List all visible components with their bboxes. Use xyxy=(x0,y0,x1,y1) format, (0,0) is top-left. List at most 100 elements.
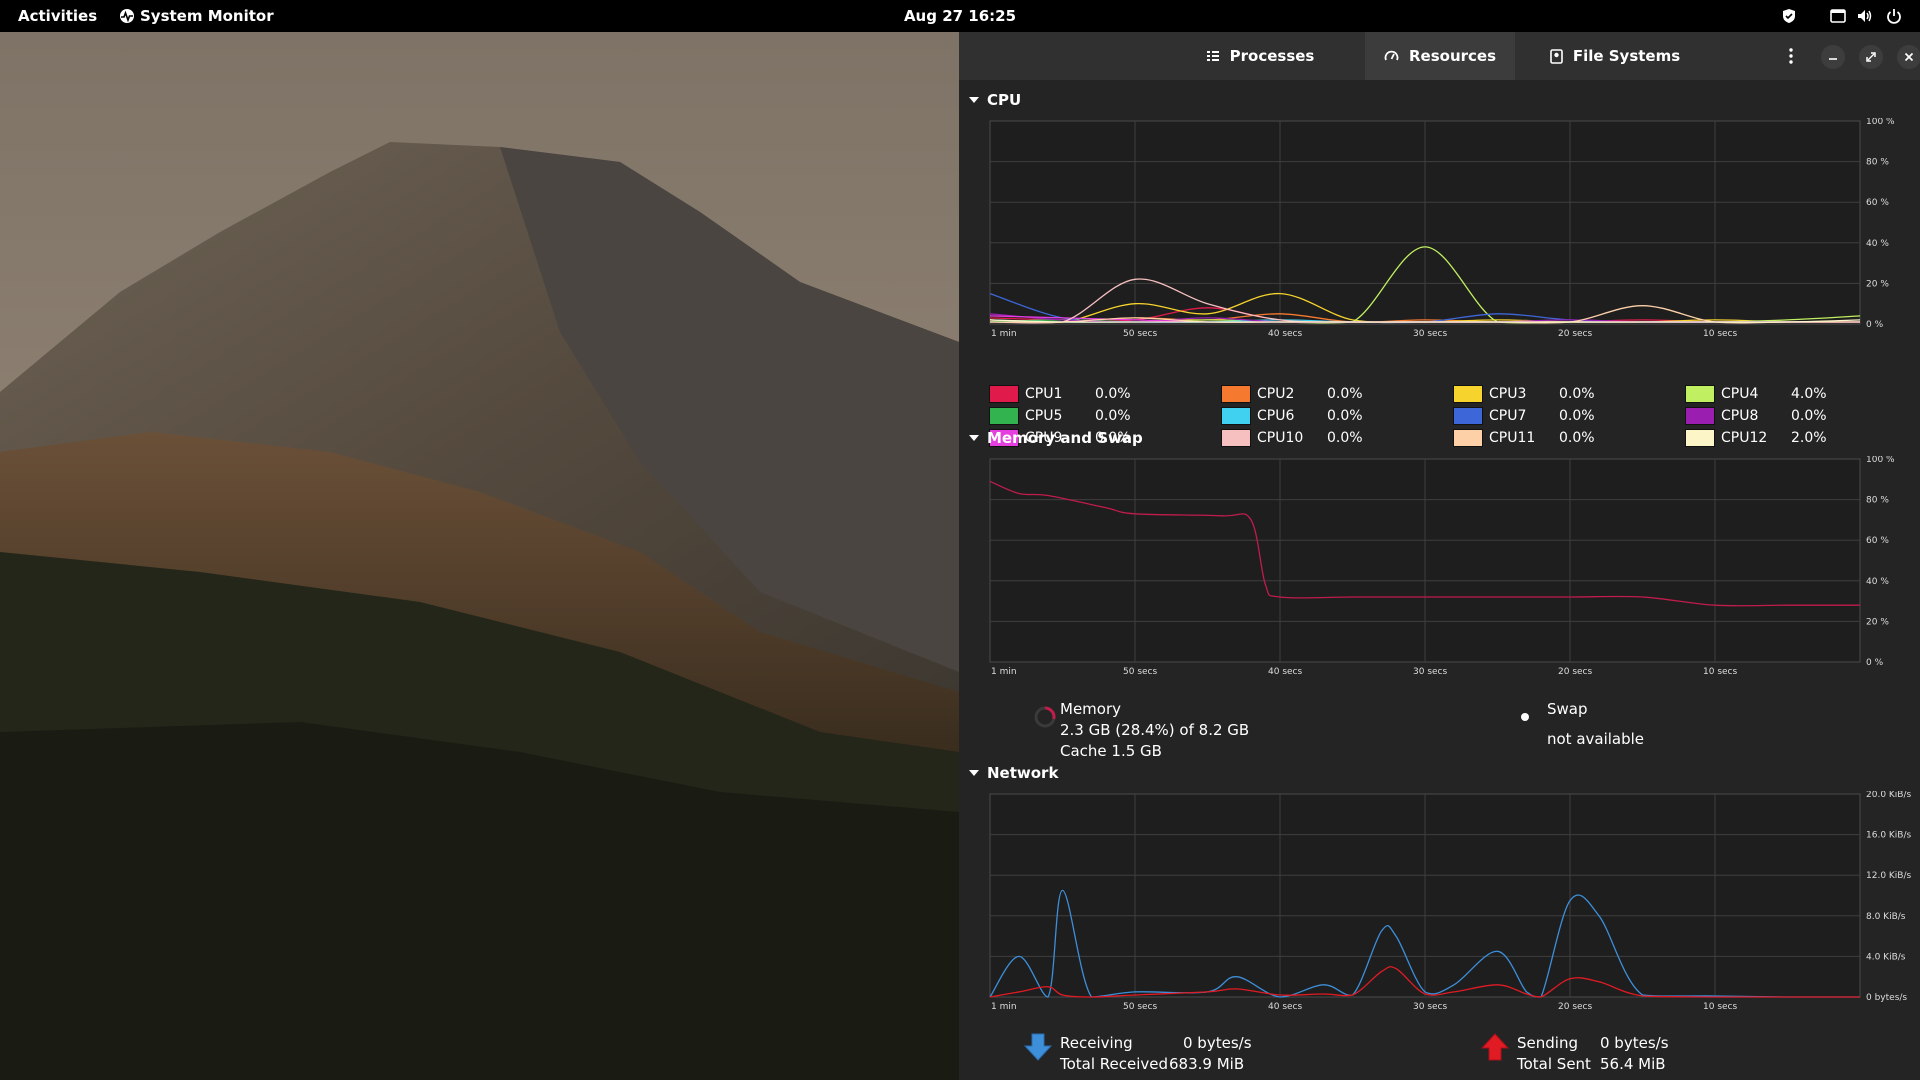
minimize-icon xyxy=(1829,58,1837,60)
minimize-button[interactable] xyxy=(1821,45,1845,69)
clock-label[interactable]: Aug 27 16:25 xyxy=(904,7,1016,25)
cpu-color-swatch[interactable] xyxy=(1453,385,1483,403)
sending-labels: Sending Total Sent xyxy=(1517,1033,1591,1075)
cpu-legend-item[interactable]: CPU8 0.0% xyxy=(1685,406,1827,426)
cpu-legend-item[interactable]: CPU6 0.0% xyxy=(1221,406,1363,426)
cpu-color-swatch[interactable] xyxy=(1685,407,1715,425)
cpu-color-swatch[interactable] xyxy=(1221,407,1251,425)
network-x-tick-label: 10 secs xyxy=(1703,1002,1737,1012)
cpu-x-tick-label: 50 secs xyxy=(1123,329,1157,339)
network-x-tick-label: 30 secs xyxy=(1413,1002,1447,1012)
network-x-tick-label: 1 min xyxy=(991,1002,1017,1012)
app-menu[interactable]: System Monitor xyxy=(140,7,274,25)
cpu-legend-name: CPU2 xyxy=(1257,386,1295,402)
cpu-legend-value: 0.0% xyxy=(1791,408,1827,424)
tab-file-systems[interactable]: File Systems xyxy=(1532,32,1698,80)
swap-info: Swap not available xyxy=(1547,699,1644,750)
system-monitor-icon xyxy=(120,9,134,23)
activities-button[interactable]: Activities xyxy=(18,7,97,25)
cpu-legend-name: CPU11 xyxy=(1489,430,1536,446)
cpu-color-swatch[interactable] xyxy=(989,385,1019,403)
network-y-tick-label: 20.0 KiB/s xyxy=(1866,791,1912,800)
cpu-legend-value: 4.0% xyxy=(1791,386,1827,402)
cpu-legend-item[interactable]: CPU5 0.0% xyxy=(989,406,1131,426)
cpu-legend-value: 0.0% xyxy=(1559,408,1595,424)
restore-icon xyxy=(1866,52,1876,62)
network-y-tick-label: 12.0 KiB/s xyxy=(1866,871,1912,881)
memory-section-header[interactable]: Memory and Swap xyxy=(969,429,1143,447)
cpu-legend-item[interactable]: CPU10 0.0% xyxy=(1221,428,1363,448)
network-y-tick-label: 8.0 KiB/s xyxy=(1866,912,1906,922)
cpu-legend-item[interactable]: CPU4 4.0% xyxy=(1685,384,1827,404)
cpu-x-tick-label: 10 secs xyxy=(1703,329,1737,339)
cpu-legend-value: 0.0% xyxy=(1095,408,1131,424)
cpu-legend-item[interactable]: CPU3 0.0% xyxy=(1453,384,1595,404)
cpu-y-tick-label: 100 % xyxy=(1866,118,1895,127)
clock: Aug 27 16:25 xyxy=(0,7,1920,25)
cpu-legend-name: CPU12 xyxy=(1721,430,1768,446)
system-monitor-window: Processes Resources File Systems CPU 100… xyxy=(959,32,1920,1080)
swap-status: not available xyxy=(1547,730,1645,748)
memory-y-tick-label: 80 % xyxy=(1866,496,1889,506)
cpu-color-swatch[interactable] xyxy=(1453,407,1483,425)
tab-resources-label: Resources xyxy=(1408,47,1497,65)
cpu-legend-name: CPU6 xyxy=(1257,408,1295,424)
cpu-color-swatch[interactable] xyxy=(1221,429,1251,447)
cpu-legend-value: 0.0% xyxy=(1095,386,1131,402)
cpu-color-swatch[interactable] xyxy=(1685,429,1715,447)
cpu-legend-name: CPU10 xyxy=(1257,430,1304,446)
upload-arrow-icon xyxy=(1481,1033,1509,1061)
network-x-tick-label: 50 secs xyxy=(1123,1002,1157,1012)
close-icon xyxy=(1904,52,1914,62)
receiving-label: Receiving xyxy=(1060,1034,1133,1052)
tab-processes[interactable]: Processes xyxy=(1187,32,1333,80)
cpu-legend-value: 2.0% xyxy=(1791,430,1827,446)
main-menu-button[interactable] xyxy=(1779,44,1803,68)
cpu-legend-item[interactable]: CPU2 0.0% xyxy=(1221,384,1363,404)
cpu-y-tick-label: 80 % xyxy=(1866,158,1889,168)
cpu-legend-value: 0.0% xyxy=(1559,386,1595,402)
memory-cache: Cache 1.5 GB xyxy=(1060,742,1162,760)
tab-resources[interactable]: Resources xyxy=(1365,32,1515,80)
expander-arrow-icon xyxy=(969,97,979,103)
list-icon xyxy=(1206,51,1219,61)
shield-icon[interactable] xyxy=(1780,7,1798,25)
cpu-legend-name: CPU5 xyxy=(1025,408,1063,424)
swap-pie-icon xyxy=(1521,713,1529,721)
sending-values: 0 bytes/s 56.4 MiB xyxy=(1600,1033,1669,1075)
cpu-x-tick-label: 1 min xyxy=(991,329,1017,339)
gauge-icon xyxy=(1384,50,1399,60)
cpu-graph: 100 % 80 % 60 % 40 % 20 % 0 % 1 min 50 secs 40 s… xyxy=(989,118,1895,339)
cpu-y-tick-label: 20 % xyxy=(1866,279,1889,289)
cpu-x-tick-label: 20 secs xyxy=(1558,329,1592,339)
power-icon[interactable] xyxy=(1885,7,1903,25)
memory-section-title: Memory and Swap xyxy=(987,429,1143,447)
cpu-legend-value: 0.0% xyxy=(1327,386,1363,402)
kebab-menu-icon xyxy=(1789,48,1793,64)
cpu-legend-value: 0.0% xyxy=(1559,430,1595,446)
cpu-color-swatch[interactable] xyxy=(1221,385,1251,403)
receiving-values: 0 bytes/s 683.9 MiB xyxy=(1169,1033,1252,1075)
window-icon[interactable] xyxy=(1829,7,1847,25)
maximize-button[interactable] xyxy=(1859,45,1883,69)
memory-y-tick-label: 40 % xyxy=(1866,577,1889,587)
cpu-legend-item[interactable]: CPU11 0.0% xyxy=(1453,428,1595,448)
close-button[interactable] xyxy=(1897,45,1920,69)
memory-graph: 100 % 80 % 60 % 40 % 20 % 0 % 1 min 50 secs 40 s… xyxy=(989,456,1895,677)
cpu-section-header[interactable]: CPU xyxy=(969,91,1021,109)
expander-arrow-icon xyxy=(969,770,979,776)
volume-icon[interactable] xyxy=(1856,7,1874,25)
receiving-labels: Receiving Total Received xyxy=(1060,1033,1168,1075)
cpu-color-swatch[interactable] xyxy=(1685,385,1715,403)
cpu-legend-value: 0.0% xyxy=(1327,408,1363,424)
memory-y-tick-label: 100 % xyxy=(1866,456,1895,465)
cpu-legend-item[interactable]: CPU12 2.0% xyxy=(1685,428,1827,448)
network-section-header[interactable]: Network xyxy=(969,764,1058,782)
cpu-legend-item[interactable]: CPU1 0.0% xyxy=(989,384,1131,404)
memory-pie-icon xyxy=(1034,706,1056,728)
cpu-color-swatch[interactable] xyxy=(1453,429,1483,447)
header-bar: Processes Resources File Systems xyxy=(959,32,1920,80)
cpu-color-swatch[interactable] xyxy=(989,407,1019,425)
memory-label: Memory xyxy=(1060,700,1122,718)
cpu-legend-item[interactable]: CPU7 0.0% xyxy=(1453,406,1595,426)
